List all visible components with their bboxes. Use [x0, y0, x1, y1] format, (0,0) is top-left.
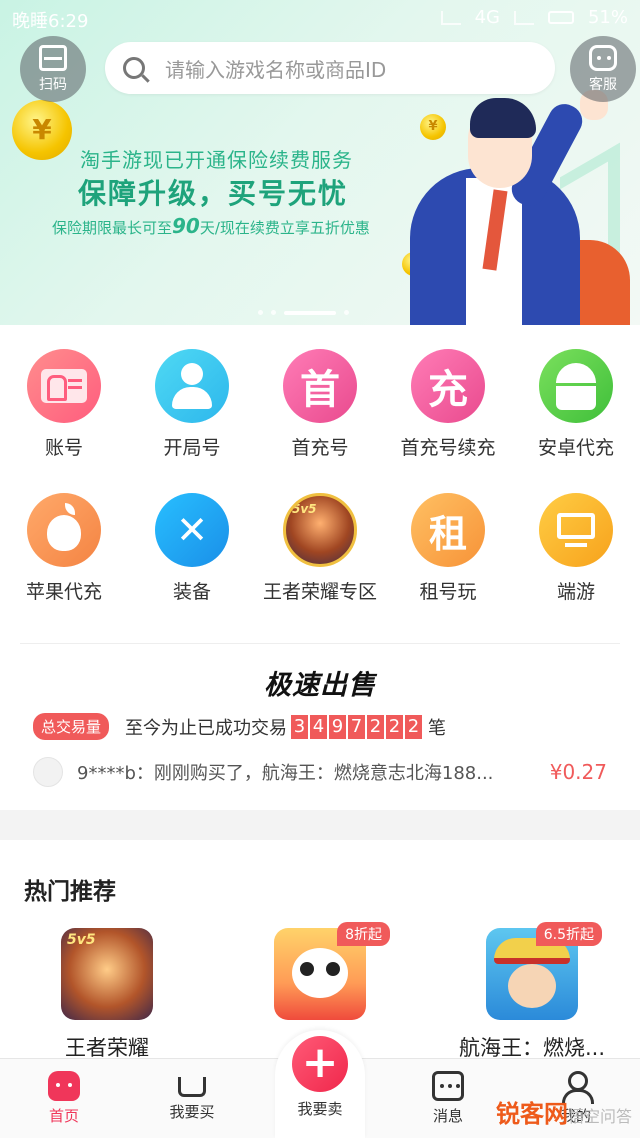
category-starter-account[interactable]: 开局号: [128, 349, 256, 460]
pc-monitor-icon: [539, 493, 613, 567]
person-up-icon: [155, 349, 229, 423]
category-first-charge-renew[interactable]: 充 首充号续充: [384, 349, 512, 460]
tab-label: 首页: [48, 1107, 79, 1125]
category-android-topup[interactable]: 安卓代充: [512, 349, 640, 460]
category-wzry-zone[interactable]: 5v5 王者荣耀专区: [256, 493, 384, 604]
search-placeholder: 请输入游戏名称或商品ID: [165, 57, 387, 82]
message-icon: [432, 1071, 464, 1101]
app-screen: { "status": {"time": "晚睡6:29", "network"…: [0, 0, 640, 1138]
game-tag: 5v5: [292, 502, 317, 516]
recent-trade-text: 9****b：刚刚购买了，航海王：燃烧意志北海188...: [77, 763, 494, 784]
status-bar: 晚睡6:29 4G 51%: [0, 0, 640, 36]
category-label: 端游: [556, 581, 595, 603]
rent-icon: 租: [411, 493, 485, 567]
customer-service-label: 客服: [589, 77, 617, 93]
hot-game-one-piece[interactable]: 6.5折起 航海王：燃烧...: [452, 922, 612, 1062]
carousel-dot[interactable]: [271, 310, 276, 315]
category-account[interactable]: 账号: [0, 349, 128, 460]
trade-count: 3 4 9 7 2 2 2: [291, 714, 424, 739]
tab-buy[interactable]: 我要买: [142, 1071, 242, 1122]
banner-subtext: 保险期限最长可至90天/现在续费立享五折优惠: [52, 214, 370, 238]
carousel-dot-active[interactable]: [284, 310, 336, 315]
apple-icon: [27, 493, 101, 567]
plus-icon: +: [292, 1036, 348, 1092]
discount-badge: 6.5折起: [535, 922, 602, 946]
sell-button[interactable]: + 我要卖: [275, 1030, 365, 1138]
tab-messages[interactable]: 消息: [398, 1071, 498, 1126]
trade-stats-prefix: 至今为止已成功交易: [125, 717, 288, 739]
hair-graphic: [470, 98, 536, 138]
trade-count-digit: 2: [367, 714, 385, 739]
cart-icon: [178, 1077, 206, 1097]
carousel-dot[interactable]: [344, 310, 349, 315]
search-icon: [123, 57, 145, 79]
scan-icon: [39, 45, 67, 71]
category-label: 首充号续充: [400, 437, 496, 459]
category-pc-games[interactable]: 端游: [512, 493, 640, 604]
android-icon: [539, 349, 613, 423]
first-charge-icon: 首: [283, 349, 357, 423]
category-label: 租号玩: [419, 581, 477, 603]
trade-count-digit: 9: [329, 714, 347, 739]
category-label: 账号: [44, 437, 83, 459]
banner-headline: 淘手游现已开通保险续费服务: [80, 148, 353, 172]
account-card-icon: [27, 349, 101, 423]
battery-icon: [547, 11, 574, 24]
total-volume-badge: 总交易量: [33, 713, 110, 740]
trade-count-digit: 3: [291, 714, 309, 739]
category-label: 首充号: [291, 437, 349, 459]
status-icons: 4G 51%: [440, 7, 628, 28]
wzry-game-icon: 5v5: [61, 928, 153, 1020]
wzry-hero-icon: 5v5: [283, 493, 357, 567]
home-mascot-icon: [48, 1071, 80, 1101]
avatar: [33, 757, 63, 787]
customer-service-button[interactable]: 客服: [570, 36, 636, 102]
category-label: 装备: [172, 581, 211, 603]
scan-label: 扫码: [39, 77, 67, 93]
tab-label: 我要卖: [297, 1100, 343, 1118]
signal-icon: [513, 10, 534, 25]
game-tag: 5v5: [67, 932, 96, 948]
category-apple-topup[interactable]: 苹果代充: [0, 493, 128, 604]
status-time: 晚睡6:29: [12, 11, 89, 32]
trade-stats: 总交易量 至今为止已成功交易 3 4 9 7 2 2 2 笔: [33, 713, 446, 740]
trade-stats-suffix: 笔: [428, 717, 447, 739]
recent-trade-item[interactable]: 9****b：刚刚购买了，航海王：燃烧意志北海188... ¥0.27: [33, 757, 607, 787]
trade-count-digit: 7: [348, 714, 366, 739]
tab-label: 消息: [432, 1107, 463, 1125]
section-title: 热门推荐: [24, 879, 116, 905]
recharge-icon: 充: [411, 349, 485, 423]
banner-slogan: 保障升级，买号无忧: [78, 177, 349, 210]
scan-button[interactable]: 扫码: [20, 36, 86, 102]
battery-level: 51%: [587, 7, 628, 28]
coin-icon: ¥: [12, 100, 72, 160]
watermark: 锐客网悟空问答: [495, 1100, 632, 1128]
category-section: 账号 开局号 首 首充号 充 首充号续充 安卓代充 苹果代充 ✕ 装备 5v5 …: [0, 325, 640, 810]
category-first-charge[interactable]: 首 首充号: [256, 349, 384, 460]
trade-count-digit: 4: [310, 714, 328, 739]
tab-label: 我要买: [169, 1103, 215, 1121]
express-sale-title[interactable]: 极速出售: [0, 663, 640, 702]
category-label: 王者荣耀专区: [262, 581, 377, 603]
category-label: 苹果代充: [25, 581, 102, 603]
trade-count-digit: 2: [405, 714, 423, 739]
category-label: 开局号: [163, 437, 221, 459]
discount-badge: 8折起: [337, 922, 390, 946]
crossed-swords-icon: ✕: [155, 493, 229, 567]
recent-trade-price: ¥0.27: [549, 760, 607, 784]
hot-game-wzry[interactable]: 5v5 王者荣耀: [27, 928, 187, 1062]
network-type: 4G: [474, 7, 500, 28]
carousel-indicator: [258, 310, 349, 315]
coin-icon: ¥: [420, 114, 446, 140]
search-input[interactable]: 请输入游戏名称或商品ID: [105, 42, 555, 94]
category-rent-account[interactable]: 租 租号玩: [384, 493, 512, 604]
signal-icon: [440, 10, 461, 25]
carousel-dot[interactable]: [258, 310, 263, 315]
robot-service-icon: [589, 45, 617, 71]
tab-home[interactable]: 首页: [14, 1071, 114, 1126]
category-equipment[interactable]: ✕ 装备: [128, 493, 256, 604]
section-divider: [20, 643, 620, 644]
trade-count-digit: 2: [386, 714, 404, 739]
category-label: 安卓代充: [537, 437, 614, 459]
